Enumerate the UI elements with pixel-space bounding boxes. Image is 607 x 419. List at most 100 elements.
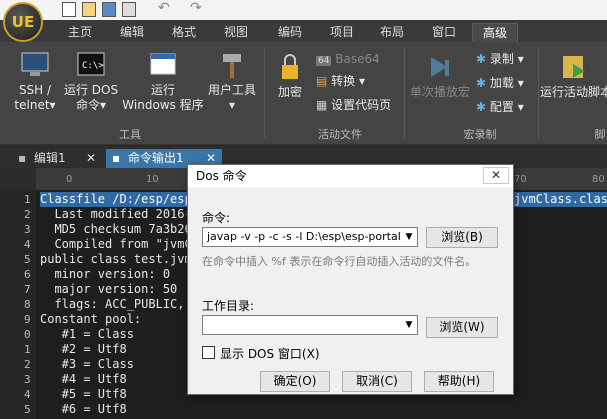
close-icon[interactable]: ✕ [86,149,96,168]
line-number: 0 [24,328,31,341]
ribbon-panel: SSH / telnet▾ C:\> 运行 DOS 命令▾ 运行 Windows… [0,42,607,145]
run-windows-label-1: 运行 [150,83,175,97]
line-number: 1 [24,193,31,206]
editor-line: #6 = Utf8 [40,402,127,416]
run-dos-command-button[interactable]: C:\> 运行 DOS 命令▾ [62,50,120,113]
line-number: 7 [24,283,31,296]
tab-edit[interactable]: 编辑 [112,23,152,42]
editor-line-tail: jvmClass.class [514,192,607,207]
line-number: 4 [24,238,31,251]
tab-window[interactable]: 窗口 [424,23,464,42]
chevron-down-icon[interactable]: ▼ [401,228,417,246]
doc-tab-label: 命令输出1 [128,151,184,165]
line-number: 4 [24,388,31,401]
lock-icon [282,54,298,79]
editor-line: minor version: 0 [40,267,171,281]
user-tools-label-2: ▾ [228,98,236,112]
working-dir-label: 工作目录: [202,299,255,313]
user-tools-button[interactable]: 用户工具 ▾ [204,50,260,113]
dos-command-dialog: Dos 命令 ✕ 命令: javap -v -p -c -s -l D:\esp… [187,164,514,395]
dialog-title: Dos 命令 [188,165,513,187]
line-number-gutter: 1 2 3 4 5 6 7 8 9 0 1 2 3 4 5 [0,190,36,419]
working-dir-combobox[interactable]: ▼ [202,315,418,335]
ssh-telnet-button[interactable]: SSH / telnet▾ [10,50,60,113]
hammer-icon [223,54,241,78]
command-value: javap -v -p -c -s -l D:\esp\esp-portal\e… [207,230,418,243]
editor-line: Constant pool: [40,312,142,326]
editor-line: major version: 50 [40,282,178,296]
doc-tab-label: 编辑1 [34,151,66,165]
run-windows-label-2: Windows 程序 [122,98,204,112]
line-number: 5 [24,403,31,416]
show-dos-window-label: 显示 DOS 窗口(X) [220,347,320,361]
run-windows-program-button[interactable]: 运行 Windows 程序 [122,50,204,113]
redo-icon[interactable]: ↷ [190,0,202,16]
encrypt-button[interactable]: 加密 [270,52,310,100]
print-icon[interactable] [122,2,136,17]
quick-access-toolbar: ↶ ↷ [0,0,607,20]
config-macro-button[interactable]: ✱ 配置 ▾ [476,98,524,116]
line-number: 8 [24,298,31,311]
single-step-macro-button[interactable]: 单次播放宏 [408,52,472,100]
command-label: 命令: [202,211,231,225]
command-hint: 在命令中插入 %f 表示在命令行自动插入活动的文件名。 [202,255,477,268]
record-macro-button[interactable]: ✱ 录制 ▾ [476,50,524,68]
tab-advanced[interactable]: 高级 [472,23,518,42]
line-number: 2 [24,208,31,221]
command-combobox[interactable]: javap -v -p -c -s -l D:\esp\esp-portal\e… [202,227,418,247]
config-label: 配置 [489,100,514,114]
convert-icon: ▤ [316,74,328,88]
set-codepage-label: 设置代码页 [331,98,392,112]
cancel-button[interactable]: 取消(C) [342,371,412,392]
tab-view[interactable]: 视图 [216,23,256,42]
doc-tab-icon: ▪ [112,151,121,165]
line-number: 3 [24,373,31,386]
terminal-monitor-icon [21,52,49,76]
convert-label: 转换 [331,74,356,88]
editor-line: #5 = Utf8 [40,387,127,401]
run-active-script-button[interactable]: 运行活动脚本 [540,52,607,100]
browse-workdir-button[interactable]: 浏览(W) [426,317,498,338]
svg-text:C:\>: C:\> [82,61,104,71]
show-dos-window-checkbox[interactable] [202,346,215,359]
active-file-group-label: 活动文件 [318,128,362,141]
load-macro-button[interactable]: ✱ 加载 ▾ [476,74,524,92]
tab-project[interactable]: 项目 [322,23,362,42]
editor-line: #1 = Class [40,327,134,341]
run-dos-label-2: 命令▾ [75,98,107,112]
editor-line: public class test.jvm [40,252,192,266]
chevron-down-icon[interactable]: ▼ [401,316,417,334]
base64-label: Base64 [335,52,380,66]
save-icon[interactable] [102,2,116,17]
new-file-icon[interactable] [62,2,76,17]
single-step-label: 单次播放宏 [409,85,470,99]
dialog-close-button[interactable]: ✕ [483,167,509,184]
doc-tab-edit1[interactable]: ▪ 编辑1 ✕ [12,149,102,168]
line-number: 9 [24,313,31,326]
base64-button[interactable]: 64 Base64 [316,50,380,70]
open-folder-icon[interactable] [82,2,96,17]
editor-line: #3 = Class [40,357,134,371]
help-button[interactable]: 帮助(H) [424,371,494,392]
ok-button[interactable]: 确定(O) [260,371,330,392]
tab-encoding[interactable]: 编码 [270,23,310,42]
tools-group-label: 工具 [119,128,141,141]
set-codepage-button[interactable]: ▦ 设置代码页 [316,96,391,114]
tab-format[interactable]: 格式 [164,23,204,42]
app-logo[interactable]: UE [3,2,43,42]
editor-line: MD5 checksum 7a3b26 [40,222,192,236]
tab-layout[interactable]: 布局 [372,23,412,42]
doc-tab-icon: ▪ [18,151,27,165]
ruler-mark: 80 [592,174,605,185]
editor-line: #2 = Utf8 [40,342,127,356]
user-tools-label-1: 用户工具 [207,83,256,97]
load-icon: ✱ [476,76,487,90]
line-number: 2 [24,358,31,371]
browse-command-button[interactable]: 浏览(B) [426,227,498,248]
line-number: 6 [24,268,31,281]
tab-home[interactable]: 主页 [60,23,100,42]
undo-icon[interactable]: ↶ [158,0,170,16]
record-label: 录制 [489,52,514,66]
editor-line: Last modified 2016- [40,207,192,221]
convert-button[interactable]: ▤ 转换 ▾ [316,72,365,90]
